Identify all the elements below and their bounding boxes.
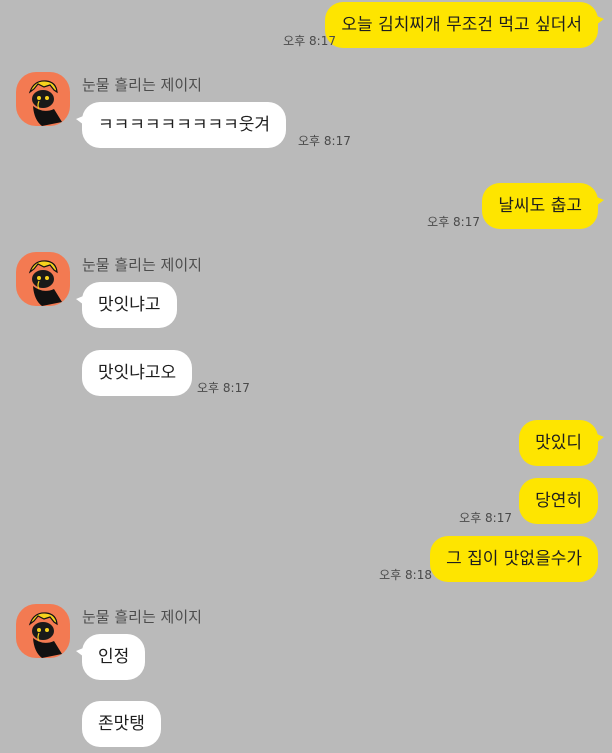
message-bubble-friend[interactable]: 인정	[75, 634, 146, 680]
message-bubble-mine[interactable]: 맛있디	[519, 420, 604, 466]
message-bubble-mine[interactable]: 날씨도 춥고	[482, 183, 604, 229]
message-text: 날씨도 춥고	[498, 196, 582, 216]
crying-cartoon-character-icon	[28, 612, 62, 658]
crying-cartoon-character-icon	[28, 80, 62, 126]
message-time: 오후 8:17	[197, 381, 250, 395]
message-text: 당연히	[535, 491, 582, 511]
message-bubble-mine[interactable]: 오늘 김치찌개 무조건 먹고 싶더서	[325, 2, 604, 48]
friend-avatar[interactable]	[16, 252, 70, 306]
message-time: 오후 8:18	[379, 568, 432, 582]
friend-name: 눈물 흘리는 제이지	[82, 608, 202, 626]
message-text: ㅋㅋㅋㅋㅋㅋㅋㅋㅋ웃겨	[98, 115, 271, 135]
message-bubble-mine[interactable]: 당연히	[519, 478, 598, 524]
message-time: 오후 8:17	[283, 34, 336, 48]
message-text: 맛있디	[535, 433, 582, 453]
friend-avatar[interactable]	[16, 604, 70, 658]
message-bubble-mine[interactable]: 그 집이 맛없을수가	[430, 536, 598, 582]
message-bubble-friend[interactable]: 맛잇냐고오	[82, 350, 193, 396]
message-text: 그 집이 맛없을수가	[446, 549, 582, 569]
message-text: 맛잇냐고	[98, 295, 161, 315]
message-time: 오후 8:17	[459, 511, 512, 525]
message-time: 오후 8:17	[427, 215, 480, 229]
message-text: 맛잇냐고오	[98, 363, 177, 383]
message-text: 오늘 김치찌개 무조건 먹고 싶더서	[341, 15, 582, 35]
message-bubble-friend[interactable]: 맛잇냐고	[76, 282, 177, 328]
message-text: 인정	[98, 647, 130, 667]
message-bubble-friend[interactable]: 존맛탱	[82, 701, 161, 747]
message-bubble-friend[interactable]: ㅋㅋㅋㅋㅋㅋㅋㅋㅋ웃겨	[75, 102, 287, 148]
message-time: 오후 8:17	[298, 134, 351, 148]
friend-avatar[interactable]	[16, 72, 70, 126]
crying-cartoon-character-icon	[28, 260, 62, 306]
friend-name: 눈물 흘리는 제이지	[82, 76, 202, 94]
friend-name: 눈물 흘리는 제이지	[82, 256, 202, 274]
message-text: 존맛탱	[98, 714, 145, 734]
chat-room[interactable]: 오늘 김치찌개 무조건 먹고 싶더서 오후 8:17 눈물 흘리는 제이지 ㅋㅋ…	[0, 0, 612, 753]
